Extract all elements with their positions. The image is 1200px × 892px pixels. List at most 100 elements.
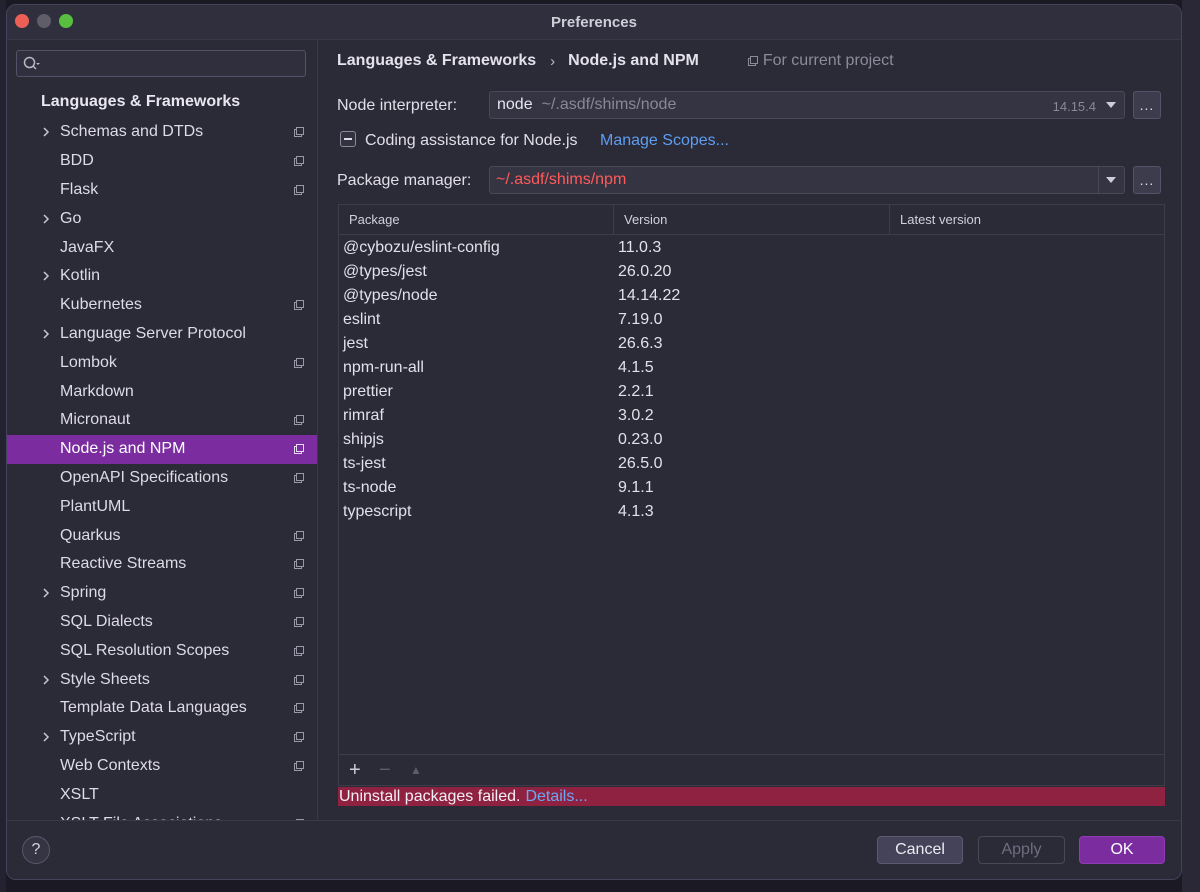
sidebar-item-label: Markdown bbox=[60, 382, 134, 400]
upgrade-package-button[interactable]: ▲ bbox=[410, 763, 422, 777]
chevron-right-icon[interactable] bbox=[41, 270, 51, 282]
sidebar-item[interactable]: TypeScript bbox=[7, 723, 317, 752]
table-toolbar: + − ▲ bbox=[339, 754, 1164, 785]
sidebar-item-label: Language Server Protocol bbox=[60, 324, 246, 342]
apply-button[interactable]: Apply bbox=[978, 836, 1065, 864]
sidebar-item-label: TypeScript bbox=[60, 728, 136, 746]
sidebar-item[interactable]: Kotlin bbox=[7, 262, 317, 291]
package-version-cell: 26.6.3 bbox=[618, 335, 663, 352]
sidebar-item[interactable]: Flask bbox=[7, 176, 317, 205]
sidebar-item[interactable]: Style Sheets bbox=[7, 665, 317, 694]
sidebar-item[interactable]: Micronaut bbox=[7, 406, 317, 435]
sidebar-item[interactable]: Lombok bbox=[7, 348, 317, 377]
column-header-package[interactable]: Package bbox=[339, 205, 614, 234]
table-row[interactable]: shipjs 0.23.0 bbox=[339, 429, 1164, 453]
error-details-link[interactable]: Details... bbox=[525, 788, 587, 806]
sidebar-item-label: Go bbox=[60, 209, 82, 227]
sidebar-item[interactable]: JavaFX bbox=[7, 233, 317, 262]
package-version-cell: 4.1.5 bbox=[618, 359, 654, 376]
package-version-cell: 11.0.3 bbox=[618, 239, 662, 256]
table-row[interactable]: rimraf 3.0.2 bbox=[339, 405, 1164, 429]
package-version-cell: 9.1.1 bbox=[618, 479, 654, 496]
column-header-version[interactable]: Version bbox=[614, 205, 890, 234]
table-row[interactable]: eslint 7.19.0 bbox=[339, 309, 1164, 333]
minimize-window-button[interactable] bbox=[37, 14, 51, 28]
sidebar-item[interactable]: Node.js and NPM bbox=[7, 434, 317, 464]
zoom-window-button[interactable] bbox=[59, 14, 73, 28]
table-row[interactable]: ts-jest 26.5.0 bbox=[339, 453, 1164, 477]
sidebar-item[interactable]: OpenAPI Specifications bbox=[7, 464, 317, 493]
tree-root-label: Languages & Frameworks bbox=[41, 93, 241, 110]
package-name-cell: prettier bbox=[343, 383, 393, 400]
node-interpreter-select[interactable]: node ~/.asdf/shims/node 14.15.4 bbox=[489, 91, 1125, 119]
breadcrumb-parent[interactable]: Languages & Frameworks bbox=[337, 52, 536, 70]
chevron-right-icon[interactable] bbox=[41, 674, 51, 686]
project-scope-icon bbox=[294, 616, 304, 627]
chevron-right-icon[interactable] bbox=[41, 587, 51, 599]
table-row[interactable]: npm-run-all 4.1.5 bbox=[339, 357, 1164, 381]
package-name-cell: npm-run-all bbox=[343, 359, 424, 376]
chevron-right-icon[interactable] bbox=[41, 213, 51, 225]
project-scope-icon bbox=[294, 674, 304, 685]
table-row[interactable]: typescript 4.1.3 bbox=[339, 501, 1164, 525]
column-header-latest-version[interactable]: Latest version bbox=[890, 205, 1166, 234]
sidebar-item-label: Kubernetes bbox=[60, 296, 142, 314]
node-interpreter-name: node bbox=[497, 96, 533, 113]
sidebar-item[interactable]: SQL Dialects bbox=[7, 608, 317, 637]
sidebar-item[interactable]: Template Data Languages bbox=[7, 694, 317, 723]
sidebar-item-label: SQL Dialects bbox=[60, 612, 153, 630]
sidebar-item-label: JavaFX bbox=[60, 238, 115, 256]
table-row[interactable]: jest 26.6.3 bbox=[339, 333, 1164, 357]
sidebar-item-label: Kotlin bbox=[60, 267, 101, 285]
sidebar-item-label: Reactive Streams bbox=[60, 555, 187, 573]
settings-sidebar: Languages & Frameworks Schemas and DTDs B… bbox=[7, 40, 318, 821]
project-scope-icon bbox=[294, 357, 304, 368]
sidebar-item[interactable]: Reactive Streams bbox=[7, 550, 317, 579]
table-row[interactable]: @types/node 14.14.22 bbox=[339, 285, 1164, 309]
sidebar-item[interactable]: PlantUML bbox=[7, 492, 317, 521]
search-input[interactable] bbox=[16, 50, 306, 77]
sidebar-item[interactable]: Web Contexts bbox=[7, 752, 317, 781]
remove-package-button[interactable]: − bbox=[379, 759, 391, 782]
table-row[interactable]: @cybozu/eslint-config 11.0.3 bbox=[339, 237, 1164, 261]
sidebar-item[interactable]: Kubernetes bbox=[7, 291, 317, 320]
sidebar-item-label: PlantUML bbox=[60, 497, 131, 515]
chevron-right-icon[interactable] bbox=[41, 126, 51, 138]
ok-button[interactable]: OK bbox=[1079, 836, 1165, 864]
sidebar-item-label: SQL Resolution Scopes bbox=[60, 641, 230, 659]
sidebar-item-label: Spring bbox=[60, 584, 107, 602]
coding-assistance-checkbox[interactable] bbox=[340, 131, 356, 147]
chevron-right-icon[interactable] bbox=[41, 328, 51, 340]
sidebar-item[interactable]: Spring bbox=[7, 579, 317, 608]
coding-assistance-label: Coding assistance for Node.js bbox=[365, 132, 578, 149]
sidebar-item[interactable]: XSLT bbox=[7, 780, 317, 809]
sidebar-item[interactable]: BDD bbox=[7, 147, 317, 176]
manage-scopes-link[interactable]: Manage Scopes... bbox=[600, 132, 729, 150]
sidebar-item-label: XSLT bbox=[60, 785, 99, 803]
chevron-right-icon[interactable] bbox=[41, 731, 51, 743]
package-version-cell: 26.5.0 bbox=[618, 455, 663, 472]
package-manager-path: ~/.asdf/shims/npm bbox=[496, 171, 627, 188]
close-window-button[interactable] bbox=[15, 14, 29, 28]
sidebar-item[interactable]: Go bbox=[7, 204, 317, 233]
package-name-cell: ts-jest bbox=[343, 455, 386, 472]
help-button[interactable]: ? bbox=[22, 836, 50, 864]
sidebar-item[interactable]: Language Server Protocol bbox=[7, 320, 317, 349]
project-scope-indicator: For current project bbox=[747, 52, 894, 70]
table-row[interactable]: ts-node 9.1.1 bbox=[339, 477, 1164, 501]
sidebar-item[interactable]: Markdown bbox=[7, 377, 317, 406]
sidebar-item[interactable]: Schemas and DTDs bbox=[7, 118, 317, 147]
sidebar-item[interactable]: SQL Resolution Scopes bbox=[7, 636, 317, 665]
sidebar-item-label: BDD bbox=[60, 152, 94, 170]
package-manager-browse-button[interactable]: ... bbox=[1133, 166, 1161, 194]
add-package-button[interactable]: + bbox=[349, 759, 361, 782]
project-scope-icon bbox=[294, 472, 304, 483]
package-manager-select[interactable]: ~/.asdf/shims/npm bbox=[489, 166, 1125, 194]
cancel-button[interactable]: Cancel bbox=[877, 836, 963, 864]
table-row[interactable]: prettier 2.2.1 bbox=[339, 381, 1164, 405]
project-scope-icon bbox=[294, 760, 304, 771]
project-scope-icon bbox=[294, 732, 304, 743]
node-interpreter-browse-button[interactable]: ... bbox=[1133, 91, 1161, 119]
sidebar-item[interactable]: Quarkus bbox=[7, 521, 317, 550]
table-row[interactable]: @types/jest 26.0.20 bbox=[339, 261, 1164, 285]
